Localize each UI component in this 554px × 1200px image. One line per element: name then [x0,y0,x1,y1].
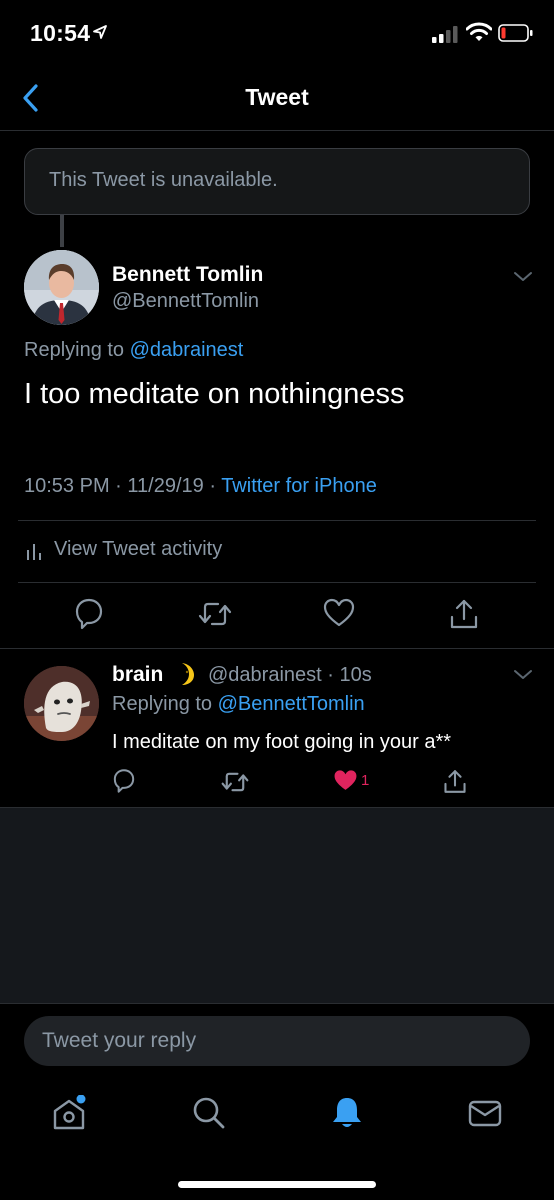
compose-bar: Tweet your reply [0,1003,554,1079]
home-indicator[interactable] [178,1181,376,1188]
cell-signal-icon [432,26,458,43]
reply-input[interactable]: Tweet your reply [24,1016,530,1066]
retweet-button[interactable] [198,597,232,631]
chevron-down-icon[interactable] [512,270,534,284]
profile-photo-icon [24,666,99,741]
author-name[interactable]: Bennett Tomlin [112,263,263,287]
status-time: 10:54 [30,20,91,46]
envelope-icon[interactable] [467,1095,503,1131]
view-tweet-activity-button[interactable]: View Tweet activity [26,538,222,561]
like-button[interactable] [323,597,355,629]
unavailable-tweet-notice: This Tweet is unavailable. [24,148,530,215]
thread-connector-line [60,215,64,247]
share-button[interactable] [443,768,467,795]
replying-to-link[interactable]: @BennettTomlin [218,693,365,715]
share-button[interactable] [449,597,479,631]
tweet-time: 10:53 PM [24,475,110,497]
reply-age: 10s [339,664,372,686]
wifi-icon [466,22,492,41]
liked-heart-icon[interactable] [333,768,358,793]
chevron-down-icon[interactable] [512,668,534,682]
replying-prefix: Replying to [24,339,130,361]
tweet-source-link[interactable]: Twitter for iPhone [221,475,377,497]
view-tweet-activity-label: View Tweet activity [54,538,223,560]
reply-action-bar: 1 [0,768,554,798]
tweet-text: I too meditate on nothingness [24,378,405,410]
author-handle[interactable]: @BennettTomlin [112,290,259,313]
navigation-bar: Tweet [0,68,554,131]
tweet-action-bar [0,597,554,637]
replying-to-line: Replying to @BennettTomlin [112,693,365,716]
analytics-icon [27,543,41,560]
unavailable-text: This Tweet is unavailable. [49,169,278,191]
reply-button[interactable] [74,597,104,631]
empty-replies-area [0,808,554,1003]
tweet-date: 11/29/19 [127,475,204,497]
reply-text: I meditate on my foot going in your a** [112,731,452,753]
location-arrow-icon [93,25,107,39]
bell-icon[interactable] [329,1095,365,1131]
divider [18,520,536,521]
replying-prefix: Replying to [112,693,218,715]
replying-to-line: Replying to @dabrainest [24,339,243,362]
home-icon[interactable] [50,1095,88,1133]
reply-handle-text: @dabrainest [208,664,322,686]
battery-icon [498,24,533,42]
tweet-metadata: 10:53 PM · 11/29/19 · Twitter for iPhone [24,475,377,497]
replying-to-link[interactable]: @dabrainest [130,339,244,361]
page-title: Tweet [245,84,309,110]
avatar[interactable] [24,250,99,325]
like-count: 1 [361,772,370,789]
crescent-moon-emoji-icon [182,663,194,685]
retweet-button[interactable] [221,768,249,796]
status-bar: 10:54 [0,0,554,68]
profile-photo-icon [24,250,99,325]
divider [18,582,536,583]
reply-author-handle[interactable]: @dabrainest · 10s [208,664,372,687]
reply-button[interactable] [112,768,136,794]
reply-input-placeholder: Tweet your reply [42,1029,197,1052]
reply-author-name[interactable]: brain [112,663,163,687]
avatar[interactable] [24,666,99,741]
search-icon[interactable] [191,1095,227,1131]
divider [0,648,554,649]
